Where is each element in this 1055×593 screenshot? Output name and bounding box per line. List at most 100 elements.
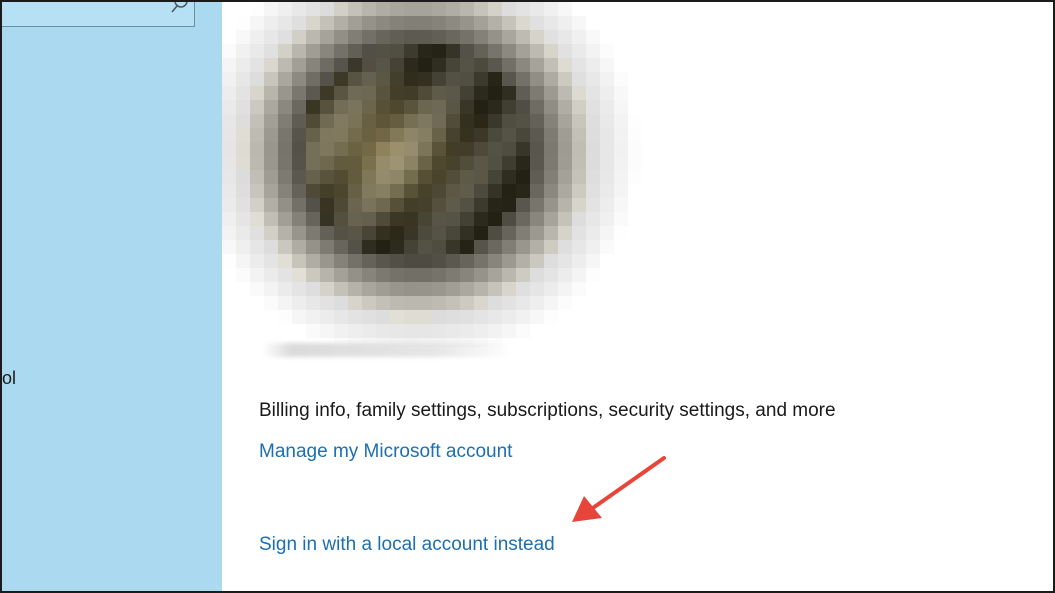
- avatar-mosaic-tile: [600, 100, 614, 114]
- avatar-mosaic-tile: [264, 282, 278, 296]
- avatar-mosaic-tile: [642, 114, 652, 128]
- avatar-mosaic-tile: [572, 72, 586, 86]
- avatar-mosaic-tile: [600, 58, 614, 72]
- search-input[interactable]: [2, 0, 195, 27]
- avatar-mosaic-tile: [306, 142, 320, 156]
- avatar-mosaic-tile: [292, 226, 306, 240]
- avatar-mosaic-tile: [432, 30, 446, 44]
- sign-in-local-account-link[interactable]: Sign in with a local account instead: [259, 534, 555, 556]
- avatar-mosaic-tile: [446, 240, 460, 254]
- avatar-mosaic-tile: [642, 86, 652, 100]
- avatar-mosaic-tile: [376, 44, 390, 58]
- avatar-mosaic-tile: [488, 184, 502, 198]
- avatar-mosaic-tile: [530, 282, 544, 296]
- avatar-mosaic-tile: [530, 142, 544, 156]
- avatar-mosaic-tile: [390, 30, 404, 44]
- avatar-mosaic-tile: [376, 128, 390, 142]
- avatar-mosaic-tile: [292, 310, 306, 324]
- avatar-mosaic-tile: [600, 2, 614, 16]
- avatar-mosaic-tile: [642, 324, 652, 338]
- avatar-mosaic-tile: [348, 128, 362, 142]
- avatar-mosaic-tile: [222, 72, 236, 86]
- avatar-mosaic-tile: [558, 198, 572, 212]
- avatar-mosaic-tile: [292, 240, 306, 254]
- avatar-mosaic-tile: [516, 44, 530, 58]
- avatar-mosaic-tile: [306, 198, 320, 212]
- avatar-mosaic-tile: [306, 114, 320, 128]
- avatar-mosaic-tile: [418, 114, 432, 128]
- avatar-mosaic-tile: [544, 198, 558, 212]
- avatar-mosaic-tile: [334, 324, 348, 338]
- avatar-mosaic-tile: [488, 100, 502, 114]
- avatar-mosaic-tile: [390, 16, 404, 30]
- avatar-mosaic-tile: [418, 310, 432, 324]
- avatar-mosaic-tile: [614, 44, 628, 58]
- avatar-mosaic-tile: [334, 114, 348, 128]
- avatar-mosaic-tile: [516, 86, 530, 100]
- avatar-mosaic-tile: [642, 310, 652, 324]
- avatar-mosaic-tile: [530, 268, 544, 282]
- avatar-mosaic-tile: [446, 184, 460, 198]
- avatar-mosaic-tile: [264, 254, 278, 268]
- avatar-mosaic-tile: [586, 72, 600, 86]
- avatar-mosaic-tile: [642, 198, 652, 212]
- avatar-mosaic-tile: [502, 310, 516, 324]
- avatar-mosaic-tile: [390, 324, 404, 338]
- avatar-mosaic-tile: [348, 268, 362, 282]
- avatar-mosaic-tile: [264, 16, 278, 30]
- avatar-mosaic-tile: [460, 2, 474, 16]
- search-icon[interactable]: [168, 0, 190, 14]
- avatar-mosaic-tile: [572, 30, 586, 44]
- avatar-mosaic-tile: [586, 30, 600, 44]
- avatar-mosaic-tile: [236, 16, 250, 30]
- avatar-mosaic-tile: [558, 100, 572, 114]
- avatar-mosaic-tile: [460, 198, 474, 212]
- avatar-mosaic-tile: [642, 268, 652, 282]
- avatar-mosaic-tile: [404, 30, 418, 44]
- avatar-mosaic-tile: [474, 44, 488, 58]
- avatar-mosaic-tile: [222, 184, 236, 198]
- avatar-mosaic-tile: [530, 114, 544, 128]
- avatar-mosaic-tile: [460, 212, 474, 226]
- avatar-mosaic-tile: [250, 170, 264, 184]
- avatar-mosaic-tile: [404, 156, 418, 170]
- avatar-mosaic-tile: [600, 72, 614, 86]
- avatar-mosaic-tile: [460, 310, 474, 324]
- avatar-mosaic-tile: [530, 170, 544, 184]
- avatar-mosaic-tile: [600, 282, 614, 296]
- avatar-mosaic-tile: [572, 58, 586, 72]
- avatar-mosaic-tile: [306, 282, 320, 296]
- avatar-mosaic-tile: [628, 338, 642, 347]
- avatar-mosaic-tile: [376, 226, 390, 240]
- avatar-mosaic-tile: [348, 44, 362, 58]
- avatar-mosaic-tile: [348, 86, 362, 100]
- avatar-mosaic-tile: [264, 268, 278, 282]
- avatar-mosaic-tile: [558, 2, 572, 16]
- avatar-mosaic-tile: [306, 170, 320, 184]
- avatar-mosaic-tile: [488, 282, 502, 296]
- avatar-mosaic-tile: [376, 268, 390, 282]
- avatar-mosaic-tile: [334, 100, 348, 114]
- manage-account-link[interactable]: Manage my Microsoft account: [259, 441, 512, 463]
- avatar-mosaic-tile: [530, 226, 544, 240]
- avatar-mosaic-tile: [446, 100, 460, 114]
- avatar-mosaic-tile: [306, 30, 320, 44]
- avatar-mosaic-tile: [222, 58, 236, 72]
- avatar-mosaic-tile: [250, 226, 264, 240]
- sidebar-item-label[interactable]: ol: [2, 368, 16, 389]
- avatar-mosaic-tile: [376, 324, 390, 338]
- avatar-mosaic-tile: [586, 100, 600, 114]
- avatar-mosaic-tile: [362, 58, 376, 72]
- avatar-mosaic-tile: [432, 198, 446, 212]
- avatar-mosaic-tile: [404, 100, 418, 114]
- avatar-mosaic-tile: [250, 198, 264, 212]
- avatar-mosaic-tile: [264, 100, 278, 114]
- avatar-mosaic-tile: [516, 16, 530, 30]
- avatar-mosaic-tile: [222, 156, 236, 170]
- avatar-mosaic-tile: [572, 226, 586, 240]
- avatar-mosaic-tile: [572, 268, 586, 282]
- avatar-mosaic-tile: [642, 142, 652, 156]
- avatar-mosaic-tile: [264, 58, 278, 72]
- avatar-mosaic-tile: [236, 142, 250, 156]
- avatar-mosaic-tile: [586, 324, 600, 338]
